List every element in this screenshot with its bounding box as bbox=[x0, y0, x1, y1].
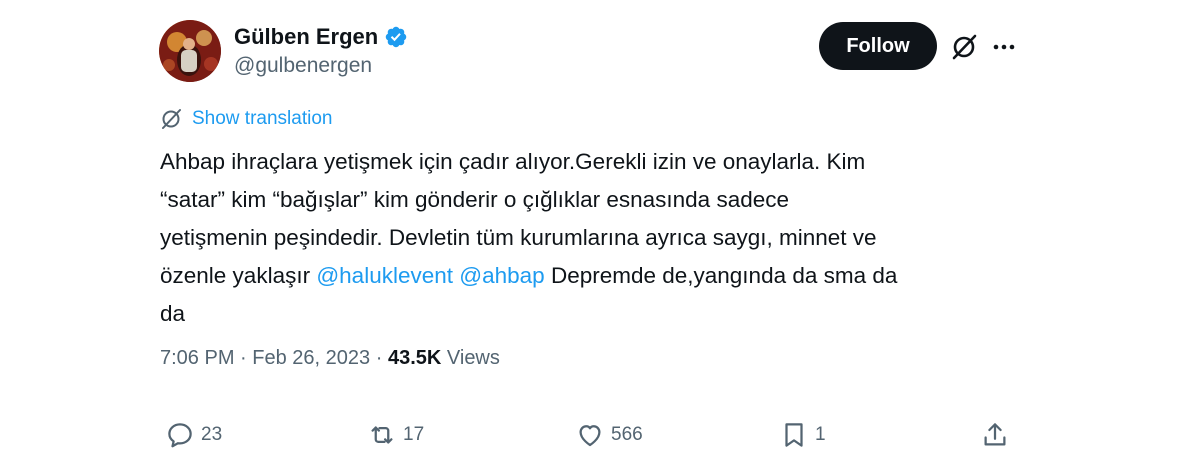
avatar-image bbox=[159, 20, 221, 82]
tweet-line: özenle yaklaşır @haluklevent @ahbap Depr… bbox=[160, 257, 1030, 295]
like-count: 566 bbox=[611, 424, 643, 445]
tweet-line: “satar” kim “bağışlar” kim gönderir o çı… bbox=[160, 181, 1030, 219]
views-label: Views bbox=[446, 347, 500, 369]
globe-slash-icon bbox=[162, 109, 181, 129]
tweet-line: yetişmenin peşindedir. Devletin tüm kuru… bbox=[160, 219, 1030, 257]
heart-icon bbox=[579, 425, 601, 447]
reply-icon bbox=[168, 423, 192, 448]
share-icon bbox=[984, 423, 1006, 446]
more-icon[interactable] bbox=[990, 33, 1018, 61]
tweet-text-segment: da bbox=[160, 301, 186, 326]
repost-button[interactable]: 17 bbox=[367, 420, 424, 450]
tweet-time-link[interactable]: 7:06 PM bbox=[160, 347, 234, 369]
show-translation-label: Show translation bbox=[192, 108, 333, 129]
mention-haluklevent-link[interactable]: @haluklevent bbox=[316, 263, 453, 288]
tweet-text: Ahbap ihraçlara yetişmek için çadır alıy… bbox=[160, 143, 1030, 333]
tweet-line: Ahbap ihraçlara yetişmek için çadır alıy… bbox=[160, 143, 1030, 181]
action-bar: 23 17 566 1 bbox=[0, 420, 1179, 456]
tweet-meta: 7:06 PM · Feb 26, 2023 · 43.5K Views bbox=[160, 347, 500, 370]
meta-separator: · bbox=[375, 347, 383, 369]
tweet-text-segment: Ahbap ihraçlara yetişmek için çadır alıy… bbox=[160, 149, 866, 174]
show-translation-link[interactable]: Show translation bbox=[160, 108, 332, 130]
reply-count: 23 bbox=[201, 424, 223, 445]
share-button[interactable] bbox=[980, 420, 1010, 450]
tweet-text-segment: yetişmenin peşindedir. Devletin tüm kuru… bbox=[160, 225, 877, 250]
tweet-text-segment: Depremde de,yangında da sma da bbox=[544, 263, 898, 288]
mention-ahbap-link[interactable]: @ahbap bbox=[459, 263, 544, 288]
views-count[interactable]: 43.5K bbox=[388, 347, 441, 369]
bookmark-count: 1 bbox=[815, 424, 826, 445]
avatar[interactable] bbox=[159, 20, 221, 82]
like-button[interactable]: 566 bbox=[575, 420, 643, 450]
verified-badge-icon bbox=[386, 26, 407, 48]
bookmark-icon bbox=[785, 423, 803, 447]
author-name-row[interactable]: Gülben Ergen bbox=[234, 24, 408, 50]
tweet-text-segment: “satar” kim “bağışlar” kim gönderir o çı… bbox=[160, 187, 790, 212]
grok-icon[interactable] bbox=[950, 33, 978, 61]
author-handle[interactable]: @gulbenergen bbox=[234, 54, 372, 78]
tweet-line: da bbox=[160, 295, 1030, 333]
bookmark-button[interactable]: 1 bbox=[779, 420, 826, 450]
repost-icon bbox=[371, 426, 393, 444]
author-display-name[interactable]: Gülben Ergen bbox=[234, 24, 378, 50]
tweet-date-link[interactable]: Feb 26, 2023 bbox=[252, 347, 370, 369]
repost-count: 17 bbox=[403, 424, 425, 445]
meta-separator: · bbox=[240, 347, 247, 369]
reply-button[interactable]: 23 bbox=[165, 420, 222, 450]
follow-button[interactable]: Follow bbox=[819, 22, 937, 70]
tweet-text-segment: özenle yaklaşır bbox=[160, 263, 317, 288]
